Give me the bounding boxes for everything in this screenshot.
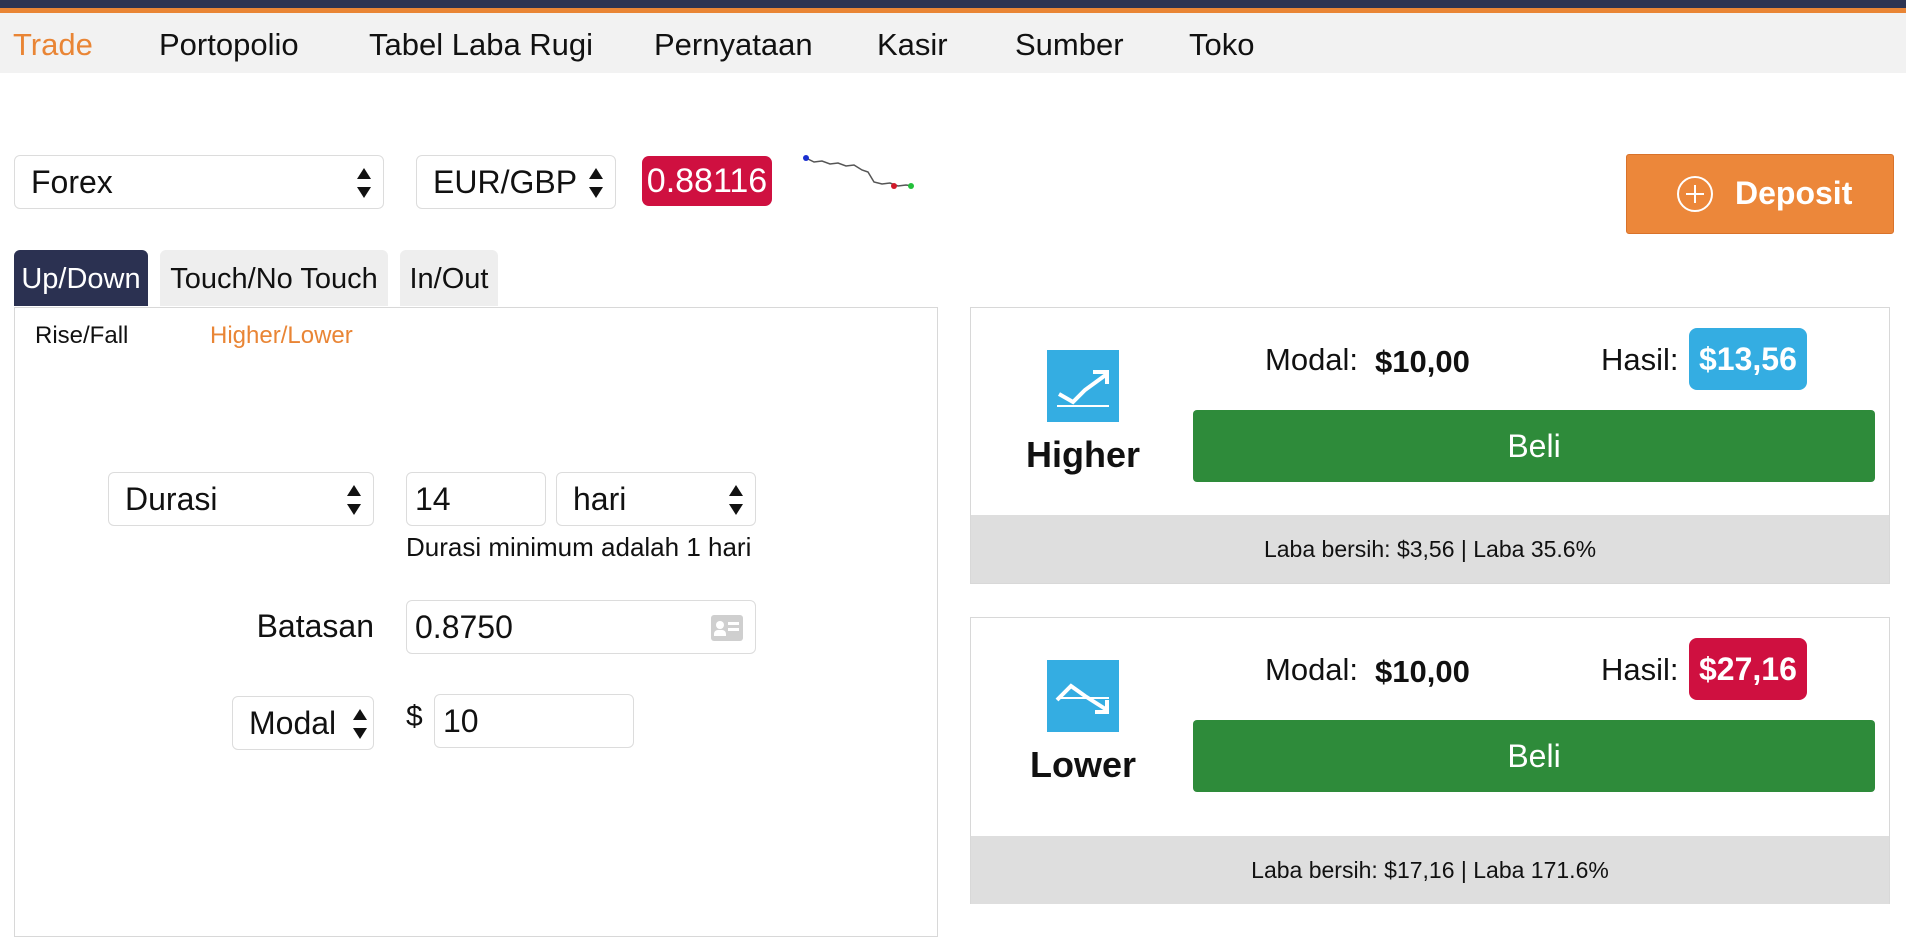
profit-summary: Laba bersih: $3,56 | Laba 35.6% — [971, 515, 1889, 583]
nav-item-pernyataan[interactable]: Pernyataan — [654, 27, 813, 63]
duration-type-select[interactable]: Durasi — [108, 472, 374, 526]
nav-item-sumber[interactable]: Sumber — [1015, 27, 1124, 63]
tab-up-down[interactable]: Up/Down — [14, 250, 148, 306]
currency-symbol: $ — [406, 700, 423, 733]
contact-card-icon[interactable] — [711, 615, 743, 641]
deposit-label: Deposit — [1735, 175, 1853, 211]
sparkline-end-dot — [908, 183, 914, 189]
hasil-label: Hasil: — [1601, 652, 1679, 687]
market-category-select[interactable]: Forex — [14, 155, 384, 209]
nav-item-tabel-laba-rugi[interactable]: Tabel Laba Rugi — [369, 27, 593, 63]
current-price-badge: 0.88116 — [642, 156, 772, 206]
profit-summary: Laba bersih: $17,16 | Laba 171.6% — [971, 836, 1889, 904]
modal-label: Modal: — [1265, 342, 1359, 377]
duration-type-value: Durasi — [125, 481, 218, 517]
hasil-value-badge: $27,16 — [1689, 638, 1807, 700]
stake-input[interactable]: 10 — [434, 694, 634, 748]
barrier-input[interactable]: 0.8750 — [406, 600, 756, 654]
subtab-rise-fall[interactable]: Rise/Fall — [35, 322, 128, 350]
barrier-value: 0.8750 — [415, 609, 513, 645]
select-arrows-icon — [729, 485, 743, 515]
stake-type-value: Modal — [249, 705, 337, 741]
nav-item-trade[interactable]: Trade — [13, 27, 93, 63]
symbol-value: EUR/GBP — [433, 164, 578, 200]
plus-circle-icon — [1677, 176, 1713, 212]
duration-hint: Durasi minimum adalah 1 hari — [406, 532, 752, 562]
direction-label: Lower — [1029, 744, 1136, 785]
duration-value-input[interactable]: 14 — [406, 472, 546, 526]
duration-unit-select[interactable]: hari — [556, 472, 756, 526]
select-arrows-icon — [589, 168, 603, 198]
modal-value: $10,00 — [1375, 654, 1470, 689]
nav-item-portopolio[interactable]: Portopolio — [159, 27, 299, 63]
trend-down-icon — [1047, 660, 1119, 732]
market-category-value: Forex — [31, 164, 113, 200]
trend-up-icon — [1047, 350, 1119, 422]
sparkline-mid-dot — [891, 183, 897, 189]
main-nav: Trade Portopolio Tabel Laba Rugi Pernyat… — [0, 13, 1906, 73]
contract-card-higher: Higher Modal: $10,00 Hasil: $13,56 Beli … — [970, 307, 1890, 584]
nav-item-kasir[interactable]: Kasir — [877, 27, 948, 63]
duration-unit-value: hari — [573, 481, 627, 517]
barrier-label: Batasan — [256, 608, 374, 644]
top-bar — [0, 0, 1906, 8]
hasil-value-badge: $13,56 — [1689, 328, 1807, 390]
subtab-higher-lower[interactable]: Higher/Lower — [210, 322, 353, 350]
buy-lower-button[interactable]: Beli — [1193, 720, 1875, 792]
hasil-label: Hasil: — [1601, 342, 1679, 377]
modal-label: Modal: — [1265, 652, 1359, 687]
select-arrows-icon — [357, 168, 371, 198]
sparkline-start-dot — [803, 155, 809, 161]
contract-card-lower: Lower Modal: $10,00 Hasil: $27,16 Beli L… — [970, 617, 1890, 904]
deposit-button[interactable]: Deposit — [1626, 154, 1894, 234]
buy-higher-button[interactable]: Beli — [1193, 410, 1875, 482]
tab-touch-no-touch[interactable]: Touch/No Touch — [160, 250, 388, 306]
direction-label: Higher — [1025, 434, 1140, 475]
modal-value: $10,00 — [1375, 344, 1470, 379]
price-sparkline — [803, 155, 914, 189]
symbol-select[interactable]: EUR/GBP — [416, 155, 616, 209]
tab-in-out[interactable]: In/Out — [400, 250, 498, 306]
nav-item-toko[interactable]: Toko — [1189, 27, 1254, 63]
select-arrows-icon — [353, 709, 367, 739]
select-arrows-icon — [347, 485, 361, 515]
stake-type-select[interactable]: Modal — [232, 696, 374, 750]
